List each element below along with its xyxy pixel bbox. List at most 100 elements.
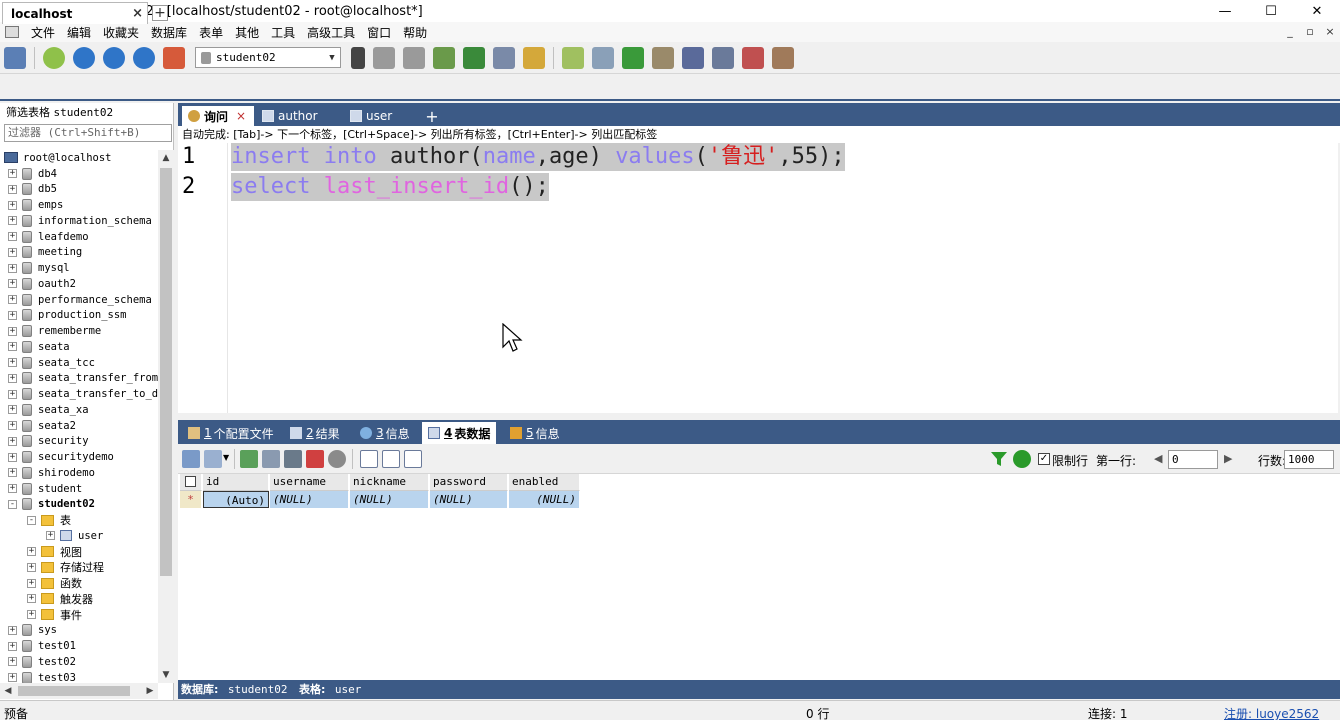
expand-icon[interactable]: + (8, 247, 17, 257)
column-header-password[interactable]: password (430, 474, 508, 491)
menu-table[interactable]: 表单 (193, 24, 229, 41)
collapse-icon[interactable]: - (8, 499, 17, 509)
grid-cell-nickname[interactable]: (NULL) (350, 491, 429, 508)
expand-icon[interactable]: + (8, 657, 17, 667)
expand-icon[interactable]: + (8, 673, 17, 683)
mdi-restore-button[interactable]: ▫ (1300, 22, 1320, 42)
next-page-icon[interactable]: ▶ (1224, 452, 1232, 465)
expand-icon[interactable]: + (27, 562, 36, 572)
expand-icon[interactable]: + (8, 232, 17, 242)
maximize-button[interactable]: ☐ (1248, 0, 1294, 22)
grid-mode-icon[interactable] (360, 450, 378, 468)
grid-cell-enabled[interactable]: (NULL) (509, 491, 580, 508)
tree-database[interactable]: + shirodemo (8, 465, 95, 481)
expand-icon[interactable]: + (8, 279, 17, 289)
save-icon[interactable] (284, 450, 302, 468)
tab-user[interactable]: user (344, 106, 420, 126)
close-button[interactable]: ✕ (1294, 0, 1340, 22)
stop-icon[interactable] (163, 46, 185, 69)
expand-icon[interactable]: + (27, 578, 36, 588)
add-query-tab-button[interactable]: + (424, 106, 440, 126)
expand-icon[interactable]: + (8, 436, 17, 446)
tree-database[interactable]: + security (8, 434, 89, 450)
tab-query[interactable]: 询问 × (182, 106, 254, 126)
tree-database[interactable]: + student (8, 481, 82, 497)
refresh-icon[interactable] (1013, 450, 1031, 468)
grid-view-icon[interactable] (182, 450, 200, 468)
backup-icon[interactable] (433, 46, 455, 69)
compare-icon[interactable] (622, 46, 644, 69)
previous-page-icon[interactable]: ◀ (1154, 452, 1162, 465)
tree-database[interactable]: + seata_transfer_from_ (8, 371, 158, 387)
add-connection-button[interactable]: + (152, 5, 168, 21)
tools-icon[interactable] (772, 46, 794, 69)
menu-help[interactable]: 帮助 (397, 24, 433, 41)
scroll-left-icon[interactable]: ◀ (0, 683, 16, 699)
tree-database[interactable]: + db4 (8, 166, 57, 182)
filter-input[interactable]: 过滤器 (Ctrl+Shift+B) (4, 124, 172, 142)
create-table-icon[interactable] (403, 46, 425, 69)
new-connection-icon[interactable] (4, 46, 26, 69)
tree-database[interactable]: + db5 (8, 182, 57, 198)
tree-database[interactable]: + seata2 (8, 418, 76, 434)
tree-database[interactable]: + meeting (8, 245, 82, 261)
report-icon[interactable] (742, 46, 764, 69)
tree-folder[interactable]: + 触发器 (27, 591, 93, 607)
expand-icon[interactable]: + (8, 641, 17, 651)
copy-database-icon[interactable] (652, 46, 674, 69)
delete-icon[interactable] (306, 450, 324, 468)
tree-database[interactable]: + rememberme (8, 323, 101, 339)
tree-folder[interactable]: + 函数 (27, 575, 82, 591)
schema-sync-icon[interactable] (562, 46, 584, 69)
tree-vertical-scrollbar[interactable]: ▲ ▼ (158, 150, 174, 683)
tree-database[interactable]: + test03 (8, 670, 76, 683)
database-selector[interactable]: student02 ▼ (195, 47, 341, 68)
expand-icon[interactable]: + (8, 358, 17, 368)
mdi-close-button[interactable]: × (1320, 22, 1340, 42)
tree-horizontal-scrollbar[interactable]: ◀ ▶ (0, 683, 158, 699)
tree-database[interactable]: + oauth2 (8, 276, 76, 292)
tab-profiler[interactable]: 1 个配置文件 (182, 422, 280, 444)
export-icon[interactable] (204, 450, 222, 468)
expand-icon[interactable]: + (8, 625, 17, 635)
tree-database[interactable]: + seata_tcc (8, 355, 95, 371)
tree-folder[interactable]: + 事件 (27, 607, 82, 623)
query-builder-icon[interactable] (523, 46, 545, 69)
tree-database[interactable]: + mysql (8, 260, 70, 276)
tree-database[interactable]: + information_schema (8, 213, 152, 229)
grid-cell-password[interactable]: (NULL) (430, 491, 508, 508)
expand-icon[interactable]: + (8, 421, 17, 431)
tab-table-data[interactable]: 4 表数据 (422, 422, 497, 444)
expand-icon[interactable]: + (8, 326, 17, 336)
tree-folder[interactable]: + 视图 (27, 544, 82, 560)
limit-rows-checkbox[interactable]: ✓ (1038, 453, 1050, 465)
expand-icon[interactable]: + (27, 547, 36, 557)
tree-database[interactable]: + production_ssm (8, 308, 127, 324)
expand-icon[interactable]: + (27, 610, 36, 620)
tree-database[interactable]: + emps (8, 197, 63, 213)
import-icon[interactable] (463, 46, 485, 69)
data-sync-icon[interactable] (592, 46, 614, 69)
execute-query-icon[interactable] (73, 46, 95, 69)
schema-designer-icon[interactable] (493, 46, 515, 69)
text-mode-icon[interactable] (404, 450, 422, 468)
expand-icon[interactable]: + (8, 184, 17, 194)
tree-database[interactable]: + seata_transfer_to_d (8, 386, 158, 402)
scroll-right-icon[interactable]: ▶ (142, 683, 158, 699)
tree-database[interactable]: + securitydemo (8, 449, 114, 465)
menu-edit[interactable]: 编辑 (61, 24, 97, 41)
mdi-minimize-button[interactable]: _ (1280, 22, 1300, 42)
cancel-icon[interactable] (328, 450, 346, 468)
tree-database[interactable]: + sys (8, 623, 57, 639)
expand-icon[interactable]: + (8, 389, 17, 399)
tree-database[interactable]: + leafdemo (8, 229, 89, 245)
tree-table[interactable]: + user (46, 528, 103, 544)
first-row-input[interactable]: 0 (1168, 450, 1218, 469)
tree-database[interactable]: + seata (8, 339, 70, 355)
form-mode-icon[interactable] (382, 450, 400, 468)
expand-icon[interactable]: + (46, 531, 55, 541)
scroll-down-icon[interactable]: ▼ (158, 667, 174, 683)
expand-icon[interactable]: + (8, 452, 17, 462)
create-database-icon[interactable] (373, 46, 395, 69)
expand-icon[interactable]: + (8, 373, 17, 383)
